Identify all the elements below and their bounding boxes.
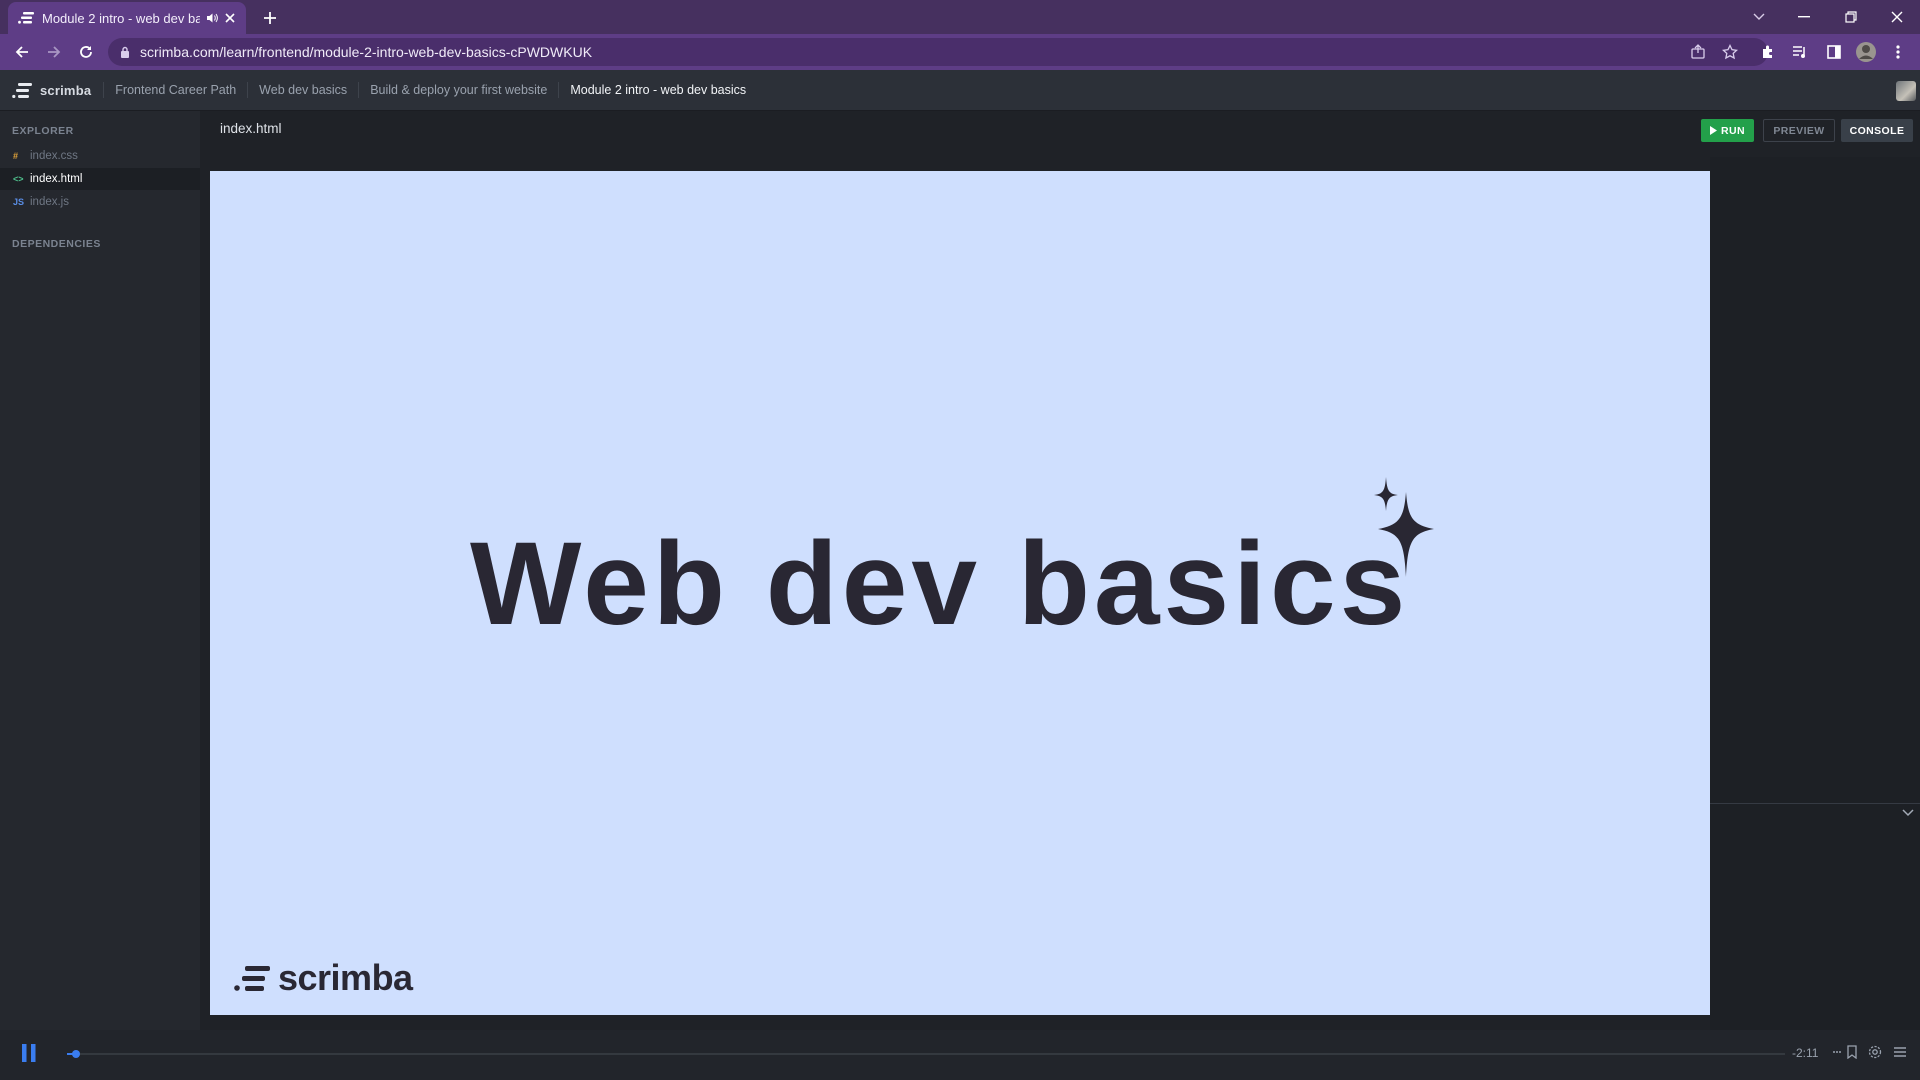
bookmark-star-icon[interactable]	[1718, 40, 1742, 64]
html-file-icon: <>	[13, 174, 24, 184]
more-options-icon[interactable]	[1832, 1045, 1842, 1059]
breadcrumb-current-lesson: Module 2 intro - web dev basics	[558, 82, 757, 98]
tab-title: Module 2 intro - web dev basics	[42, 10, 200, 26]
file-name: index.js	[30, 196, 69, 208]
play-icon	[1710, 126, 1718, 135]
video-player-bar: -2:11	[0, 1030, 1920, 1080]
lock-icon	[120, 46, 130, 58]
scrimba-header: scrimba Frontend Career Path Web dev bas…	[0, 70, 1920, 111]
extensions-puzzle-icon[interactable]	[1756, 40, 1780, 64]
side-panel-icon[interactable]	[1822, 40, 1846, 64]
file-name: index.html	[30, 173, 83, 185]
browser-toolbar: scrimba.com/learn/frontend/module-2-intr…	[0, 34, 1920, 70]
panel-divider	[1710, 803, 1920, 804]
close-tab-icon[interactable]	[224, 12, 236, 24]
explorer-heading: EXPLORER	[12, 125, 74, 137]
breadcrumb-career-path[interactable]: Frontend Career Path	[103, 82, 247, 98]
reload-icon[interactable]	[74, 40, 98, 64]
video-slide[interactable]: Web dev basics scrimba	[210, 171, 1710, 1015]
scrimba-wordmark: scrimba	[40, 82, 92, 98]
menu-list-icon[interactable]	[1893, 1045, 1907, 1059]
forward-arrow-icon[interactable]	[42, 40, 66, 64]
slide-logo-text: scrimba	[278, 957, 413, 998]
css-file-icon: #	[13, 151, 19, 161]
minimize-icon[interactable]	[1789, 4, 1819, 30]
console-panel	[1710, 157, 1920, 1030]
console-label: CONSOLE	[1849, 124, 1905, 137]
profile-avatar[interactable]	[1854, 40, 1878, 64]
close-window-icon[interactable]	[1882, 4, 1912, 30]
user-avatar[interactable]	[1896, 81, 1916, 101]
file-explorer: EXPLORER # index.css <> index.html JS in…	[0, 111, 200, 1030]
file-name: index.css	[30, 150, 78, 162]
scrimba-favicon-icon	[18, 12, 34, 24]
slide-scrimba-logo: scrimba	[234, 957, 413, 999]
file-item-index-html[interactable]: <> index.html	[0, 168, 200, 190]
url-text: scrimba.com/learn/frontend/module-2-intr…	[140, 44, 593, 60]
browser-menu-icon[interactable]	[1886, 40, 1910, 64]
preview-button[interactable]: PREVIEW	[1763, 119, 1835, 142]
sparkle-icon	[1372, 477, 1436, 577]
media-control-icon[interactable]	[1788, 40, 1812, 64]
new-tab-button[interactable]	[258, 6, 282, 30]
run-label: RUN	[1721, 124, 1745, 137]
scrimba-logo[interactable]: scrimba	[12, 82, 92, 98]
browser-titlebar: Module 2 intro - web dev basics	[0, 0, 1920, 34]
dependencies-heading[interactable]: DEPENDENCIES	[12, 238, 101, 250]
progress-knob[interactable]	[72, 1050, 80, 1058]
scrimba-logo-icon	[12, 82, 32, 98]
speaker-icon[interactable]	[206, 12, 218, 24]
restore-icon[interactable]	[1836, 4, 1866, 30]
breadcrumb-build-deploy[interactable]: Build & deploy your first website	[358, 82, 558, 98]
console-button[interactable]: CONSOLE	[1841, 119, 1913, 142]
file-item-index-js[interactable]: JS index.js	[0, 191, 200, 213]
time-remaining: -2:11	[1792, 1046, 1819, 1060]
preview-label: PREVIEW	[1773, 124, 1825, 137]
back-arrow-icon[interactable]	[10, 40, 34, 64]
address-bar[interactable]: scrimba.com/learn/frontend/module-2-intr…	[108, 38, 1768, 66]
scrimba-logo-icon	[234, 965, 270, 991]
share-icon[interactable]	[1686, 40, 1710, 64]
progress-track[interactable]	[67, 1053, 1785, 1055]
run-button[interactable]: RUN	[1701, 119, 1754, 142]
pause-icon[interactable]	[22, 1044, 36, 1062]
editor-file-title: index.html	[220, 121, 282, 136]
js-file-icon: JS	[13, 197, 25, 207]
slide-title: Web dev basics	[470, 518, 1410, 650]
tab-search-icon[interactable]	[1744, 4, 1774, 30]
settings-gear-icon[interactable]	[1868, 1045, 1882, 1059]
chevron-down-icon[interactable]	[1902, 809, 1914, 817]
file-item-index-css[interactable]: # index.css	[0, 145, 200, 167]
breadcrumb-web-dev-basics[interactable]: Web dev basics	[247, 82, 358, 98]
browser-tab[interactable]: Module 2 intro - web dev basics	[8, 2, 246, 34]
bookmark-icon[interactable]	[1846, 1045, 1858, 1059]
